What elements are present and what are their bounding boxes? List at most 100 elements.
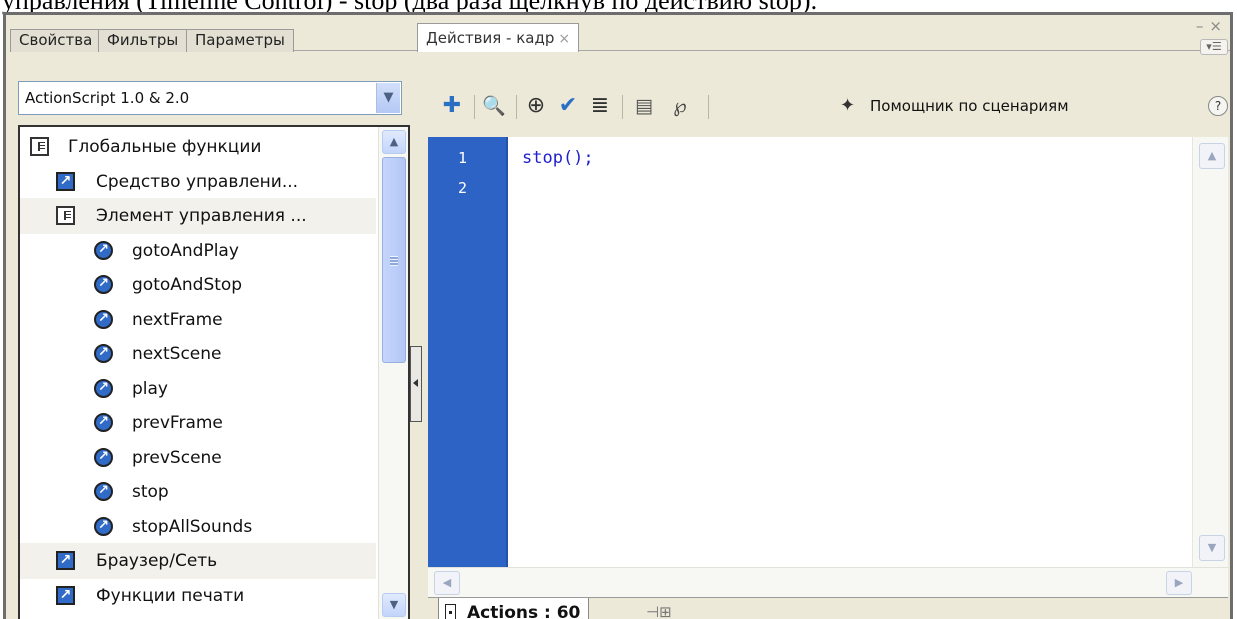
scroll-down-icon[interactable]: ▼ <box>382 593 406 617</box>
scroll-down-icon[interactable]: ▼ <box>1199 535 1225 561</box>
script-toolbar: ✚ 🔍 ⊕ ✔ ≣ ▤ ℘ ✦ Помощник по сценариям ? <box>438 91 1228 123</box>
tree-item-label: prevFrame <box>132 413 223 433</box>
chevron-down-icon[interactable]: ▼ <box>376 83 400 113</box>
find-icon[interactable]: 🔍 <box>480 91 508 121</box>
window-controls: –× <box>1196 17 1228 35</box>
tree-item[interactable]: play <box>20 371 376 407</box>
tree-item-label: nextFrame <box>132 309 223 330</box>
action-circle-icon <box>94 271 113 297</box>
book-icon <box>30 137 49 156</box>
tab-properties-label: Свойства <box>19 31 93 49</box>
action-square-icon <box>56 547 75 573</box>
minimize-icon[interactable]: – <box>1196 17 1210 35</box>
action-circle-icon <box>94 237 113 263</box>
tree-item[interactable]: prevScene <box>20 440 376 476</box>
panel-splitter-handle[interactable] <box>410 346 422 422</box>
script-editor[interactable]: 1 2 stop(); ▲ ▼ <box>428 137 1228 567</box>
script-assistant-button[interactable]: ✦ Помощник по сценариям <box>840 91 1069 121</box>
line-number: 2 <box>458 179 468 197</box>
tree-item-label: gotoAndStop <box>132 275 243 295</box>
action-circle-icon <box>94 306 113 332</box>
tree-item[interactable]: stop <box>20 474 376 510</box>
tab-parameters[interactable]: Параметры <box>186 29 294 52</box>
tree-item-label: Функции печати <box>96 585 245 606</box>
toolbar-divider <box>622 95 623 119</box>
grip-icon <box>390 256 398 266</box>
window-close-icon[interactable]: × <box>1209 17 1228 35</box>
tree-item-label: nextScene <box>132 344 222 364</box>
actions-panel: Свойства Фильтры Параметры Действия - ка… <box>3 12 1233 619</box>
tab-actions-frame[interactable]: Действия - кадр × <box>417 23 580 52</box>
auto-format-icon[interactable]: ≣ <box>586 91 614 121</box>
tree-item[interactable]: nextScene <box>20 336 376 372</box>
magic-wand-icon: ✦ <box>840 95 856 116</box>
tree-item[interactable]: prevFrame <box>20 405 376 441</box>
editor-horizontal-scrollbar[interactable]: ◀ ▶ <box>428 567 1228 597</box>
actions-tree: Глобальные функции Средство управлени... Э… <box>18 125 410 619</box>
code-hint-icon[interactable]: ▤ <box>630 91 658 121</box>
actions-layer-label: Actions : 60 <box>467 603 581 619</box>
tree-item[interactable]: stopAllSounds <box>20 509 376 545</box>
close-icon[interactable]: × <box>558 31 570 47</box>
action-circle-icon <box>94 409 113 435</box>
tree-item[interactable]: gotoAndStop <box>20 267 376 303</box>
action-circle-icon <box>94 375 113 401</box>
scroll-right-icon[interactable]: ▶ <box>1166 571 1192 595</box>
tree-item[interactable]: Глобальные функции <box>20 129 376 165</box>
tree-item-label: stop <box>132 482 169 502</box>
scroll-left-icon[interactable]: ◀ <box>434 571 460 595</box>
actionscript-version-select[interactable]: ActionScript 1.0 & 2.0 ▼ <box>18 81 402 115</box>
tree-item-label: Глобальные функции <box>68 137 262 157</box>
action-square-icon <box>56 168 75 194</box>
panel-menu-icon[interactable]: ▾☰ <box>1200 39 1228 55</box>
tab-parameters-label: Параметры <box>195 31 285 49</box>
tree-item-label: Элемент управления ... <box>96 206 307 226</box>
tree-item-label: prevScene <box>132 447 222 468</box>
toolbar-divider <box>474 95 475 119</box>
tree-item-label: Средство управлени... <box>96 171 299 192</box>
line-number-gutter: 1 2 <box>428 137 508 567</box>
toolbar-divider <box>516 95 517 119</box>
tab-actions-frame-label: Действия - кадр <box>426 29 555 47</box>
check-syntax-icon[interactable]: ✔ <box>554 91 582 121</box>
tab-filters-label: Фильтры <box>107 31 179 49</box>
tree-scrollbar[interactable]: ▲ ▼ <box>378 127 408 619</box>
frame-icon <box>445 604 456 619</box>
target-path-icon[interactable]: ⊕ <box>522 91 550 121</box>
tree-item[interactable]: nextFrame <box>20 302 376 338</box>
tree-item-label: stopAllSounds <box>132 516 253 537</box>
tree-item-label: play <box>132 378 168 399</box>
debug-options-icon[interactable]: ℘ <box>666 91 694 121</box>
code-line[interactable]: stop(); <box>522 143 594 173</box>
add-script-icon[interactable]: ✚ <box>438 91 466 121</box>
scroll-up-icon[interactable]: ▲ <box>1199 143 1225 169</box>
select-value: ActionScript 1.0 & 2.0 <box>25 89 190 107</box>
tree-item[interactable]: Функции печати <box>20 578 376 614</box>
scroll-up-icon[interactable]: ▲ <box>382 130 406 154</box>
help-icon[interactable]: ? <box>1208 96 1228 116</box>
tab-properties[interactable]: Свойства <box>10 29 102 52</box>
action-circle-icon <box>94 513 113 539</box>
pin-script-icon[interactable]: ⊣⊞ <box>646 600 672 619</box>
script-navigator-strip: Actions : 60 ⊣⊞ <box>428 597 1228 619</box>
scrollbar-thumb[interactable] <box>382 157 406 363</box>
action-circle-icon <box>94 444 113 470</box>
editor-vertical-scrollbar[interactable]: ▲ ▼ <box>1192 137 1228 567</box>
tree-item-label: Браузер/Сеть <box>96 551 218 571</box>
action-square-icon <box>56 582 75 608</box>
tree-item[interactable]: Средство управлени... <box>20 164 376 200</box>
action-circle-icon <box>94 478 113 504</box>
actions-layer-tab[interactable]: Actions : 60 <box>438 598 590 619</box>
book-icon <box>56 206 75 225</box>
toolbar-divider <box>708 95 709 119</box>
tree-item[interactable]: gotoAndPlay <box>20 233 376 269</box>
line-number: 1 <box>458 149 468 167</box>
action-circle-icon <box>94 340 113 366</box>
panel-tab-bar: Свойства Фильтры Параметры Действия - ка… <box>10 17 1230 55</box>
tab-filters[interactable]: Фильтры <box>98 29 188 52</box>
tree-item[interactable]: Элемент управления ... <box>20 198 376 234</box>
tree-item[interactable]: Браузер/Сеть <box>20 543 376 579</box>
tree-item-label: gotoAndPlay <box>132 240 239 261</box>
actions-toolbox: ActionScript 1.0 & 2.0 ▼ Глобальные функ… <box>18 81 410 619</box>
script-assistant-label: Помощник по сценариям <box>870 97 1069 115</box>
